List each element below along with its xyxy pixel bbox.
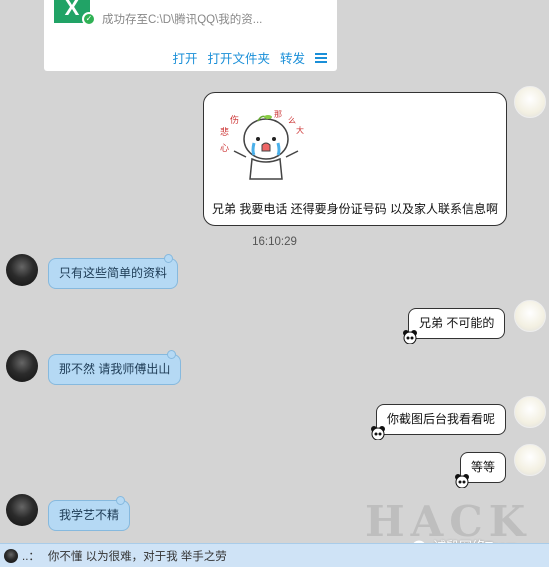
bubble-ear [164,254,174,263]
file-actions: 打开 打开文件夹 转发 [172,48,327,67]
avatar[interactable] [514,300,546,332]
sticker-char: 大 [296,125,304,135]
avatar[interactable] [514,86,546,118]
timestamp: 16:10:29 [252,236,297,248]
message-text: 只有这些简单的资料 [59,266,168,280]
open-folder-link[interactable]: 打开文件夹 [207,48,270,67]
message-text: 兄弟 不可能的 [419,316,495,330]
sticker-char: 伤 [230,114,239,125]
quoted-text: 你不懂 以为很难，对于我 举手之劳 [47,550,227,563]
message-text: 兄弟 我要电话 还得要身份证号码 以及家人联系信息啊 [212,202,499,216]
bubble-ear [167,350,177,359]
message-text: 你截图后台我看看呢 [387,412,496,426]
menu-icon[interactable] [315,52,327,63]
avatar [4,548,18,563]
crying-sticker: 伤 悲 那 么 大 心 [220,110,304,180]
panda-icon [455,474,469,488]
sticker-char: 悲 [220,126,229,137]
watermark-line1: HACK [365,497,532,546]
message-bubble-sent: 伤 悲 那 么 大 心 兄弟 我要电话 还得要身份证号码 以及家人联系信息啊 [203,92,507,226]
avatar[interactable] [6,350,38,382]
panda-icon [371,426,385,440]
file-transfer-card: X ✓ 成功存至C:\D\腾讯QQ\我的资... 打开 打开文件夹 转发 [44,0,337,71]
avatar[interactable] [514,396,546,428]
message-text: 那不然 请我师傅出山 [59,362,171,376]
check-icon: ✓ [82,12,96,26]
message-bubble-received: 我学艺不精 [48,496,131,531]
message-bubble-sent: 兄弟 不可能的 [408,308,506,339]
panda-icon [403,330,417,344]
message-bubble-sent: 你截图后台我看看呢 [376,404,507,435]
sender-name: ..： [22,550,40,563]
open-file-link[interactable]: 打开 [172,48,197,67]
avatar[interactable] [6,494,38,526]
avatar[interactable] [6,254,38,286]
sticker-char: 心 [220,143,229,153]
sticker-char: 么 [288,116,296,125]
avatar[interactable] [514,444,546,476]
quoted-reply-bar[interactable]: ..： 你不懂 以为很难，对于我 举手之劳 [0,543,549,567]
sticker-char: 那 [274,110,282,119]
file-status-text: 成功存至C:\D\腾讯QQ\我的资... [102,14,263,26]
message-text: 等等 [471,460,496,474]
message-bubble-received: 只有这些简单的资料 [48,254,179,289]
chat-panel: X ✓ 成功存至C:\D\腾讯QQ\我的资... 打开 打开文件夹 转发 伤 悲… [0,0,549,567]
message-text: 我学艺不精 [59,508,120,522]
bubble-ear [116,496,126,505]
forward-link[interactable]: 转发 [280,48,305,67]
message-bubble-received: 那不然 请我师傅出山 [48,350,182,385]
